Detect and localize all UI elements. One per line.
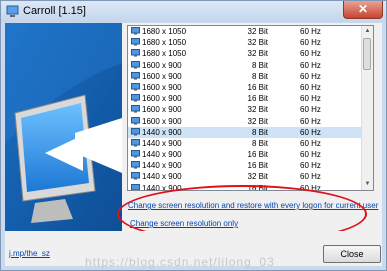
scroll-down-arrow-icon[interactable]: ▼ [362,179,373,190]
list-item[interactable]: 1440 x 900 8 Bit 60 Hz [128,138,373,149]
resolution-list[interactable]: 1680 x 1050 32 Bit 60 Hz 1680 x 1050 32 Bit 6… [127,25,374,191]
monitor-icon [131,27,140,35]
resolution-cell: 1600 x 900 [142,94,182,104]
monitor-icon [131,150,140,158]
monitor-icon [131,172,140,181]
resolution-cell: 1600 x 900 [142,60,182,70]
bits-cell: 32 Bit [247,105,268,115]
bits-cell: 32 Bit [247,116,268,126]
list-item[interactable]: 1440 x 900 8 Bit 60 Hz [128,126,373,138]
resolution-cell: 1440 x 900 [142,172,182,182]
list-item[interactable]: 1600 x 900 16 Bit 60 Hz [128,82,373,93]
window-title: Carroll [1.15] [23,5,86,17]
scroll-thumb[interactable] [363,38,371,70]
watermark-text: https://blog.csdn.net/lilong_03 [85,255,275,269]
resolution-cell: 1440 x 900 [142,138,182,148]
close-button[interactable]: Close [323,245,381,263]
bits-cell: 16 Bit [247,94,268,104]
refresh-cell: 60 Hz [300,71,321,81]
resolution-cell: 1440 x 900 [142,161,182,171]
list-item[interactable]: 1680 x 1050 32 Bit 60 Hz [128,26,373,37]
bits-cell: 16 Bit [247,150,268,160]
list-scrollbar[interactable]: ▲ ▼ [361,26,373,190]
refresh-cell: 60 Hz [300,172,321,182]
display-icon [6,5,19,17]
bits-cell: 8 Bit [251,138,268,148]
bits-cell: 8 Bit [251,127,268,137]
list-item[interactable]: 1440 x 900 16 Bit 60 Hz [128,160,373,171]
list-rows: 1680 x 1050 32 Bit 60 Hz 1680 x 1050 32 Bit 6… [128,26,373,190]
window-close-button[interactable]: ✕ [343,1,383,19]
resolution-cell: 1440 x 900 [142,150,182,160]
bits-cell: 32 Bit [247,49,268,59]
refresh-cell: 60 Hz [300,150,321,160]
scroll-up-arrow-icon[interactable]: ▲ [362,26,373,37]
list-item[interactable]: 1600 x 900 32 Bit 60 Hz [128,116,373,127]
bits-cell: 32 Bit [247,27,268,36]
list-item[interactable]: 1680 x 1050 32 Bit 60 Hz [128,37,373,48]
monitor-icon [131,38,140,46]
list-item[interactable]: 1440 x 900 16 Bit 60 Hz [128,149,373,160]
list-item[interactable]: 1600 x 900 16 Bit 60 Hz [128,93,373,104]
client-area: 1680 x 1050 32 Bit 60 Hz 1680 x 1050 32 Bit 6… [5,23,382,269]
refresh-cell: 60 Hz [300,82,321,92]
resolution-cell: 1600 x 900 [142,82,182,92]
refresh-cell: 60 Hz [300,27,321,36]
hero-panel [5,23,122,231]
bits-cell: 32 Bit [247,38,268,48]
refresh-cell: 60 Hz [300,161,321,171]
refresh-cell: 60 Hz [300,116,321,126]
refresh-cell: 60 Hz [300,60,321,70]
refresh-cell: 60 Hz [300,38,321,48]
monitor-icon [131,138,140,147]
list-item[interactable]: 1680 x 1050 32 Bit 60 Hz [128,48,373,59]
title-bar[interactable]: Carroll [1.15] ✕ [1,1,386,22]
bits-cell: 8 Bit [251,71,268,81]
monitor-icon [131,161,140,169]
refresh-cell: 60 Hz [300,105,321,115]
resolution-cell: 1440 x 900 [142,127,182,137]
resolution-cell: 1680 x 1050 [142,38,187,48]
monitor-icon [131,94,140,102]
refresh-cell: 60 Hz [300,49,321,59]
resolution-cell: 1600 x 900 [142,116,182,126]
resolution-cell: 1600 x 900 [142,71,182,81]
bits-cell: 32 Bit [247,172,268,182]
monitor-icon [131,116,140,125]
monitor-illustration [5,23,122,231]
monitor-icon [131,127,140,136]
app-window: Carroll [1.15] ✕ 1680 x 1050 32 Bit 60 H… [0,0,387,271]
monitor-icon [131,60,140,69]
refresh-cell: 60 Hz [300,94,321,104]
monitor-icon [131,71,140,80]
list-item[interactable]: 1600 x 900 32 Bit 60 Hz [128,104,373,115]
resolution-cell: 1680 x 1050 [142,27,187,36]
bits-cell: 8 Bit [251,60,268,70]
resolution-cell: 1600 x 900 [142,105,182,115]
resolution-cell: 1680 x 1050 [142,49,187,59]
bits-cell: 16 Bit [247,82,268,92]
bits-cell: 16 Bit [247,161,268,171]
monitor-icon [131,105,140,114]
list-item[interactable]: 1440 x 900 32 Bit 60 Hz [128,171,373,182]
monitor-icon [131,82,140,91]
list-item[interactable]: 1600 x 900 8 Bit 60 Hz [128,71,373,82]
monitor-icon [131,183,140,190]
monitor-icon [131,49,140,58]
refresh-cell: 60 Hz [300,127,321,137]
refresh-cell: 60 Hz [300,138,321,148]
website-link[interactable]: j.mp/the_sz [9,249,50,258]
list-item[interactable]: 1600 x 900 8 Bit 60 Hz [128,60,373,71]
